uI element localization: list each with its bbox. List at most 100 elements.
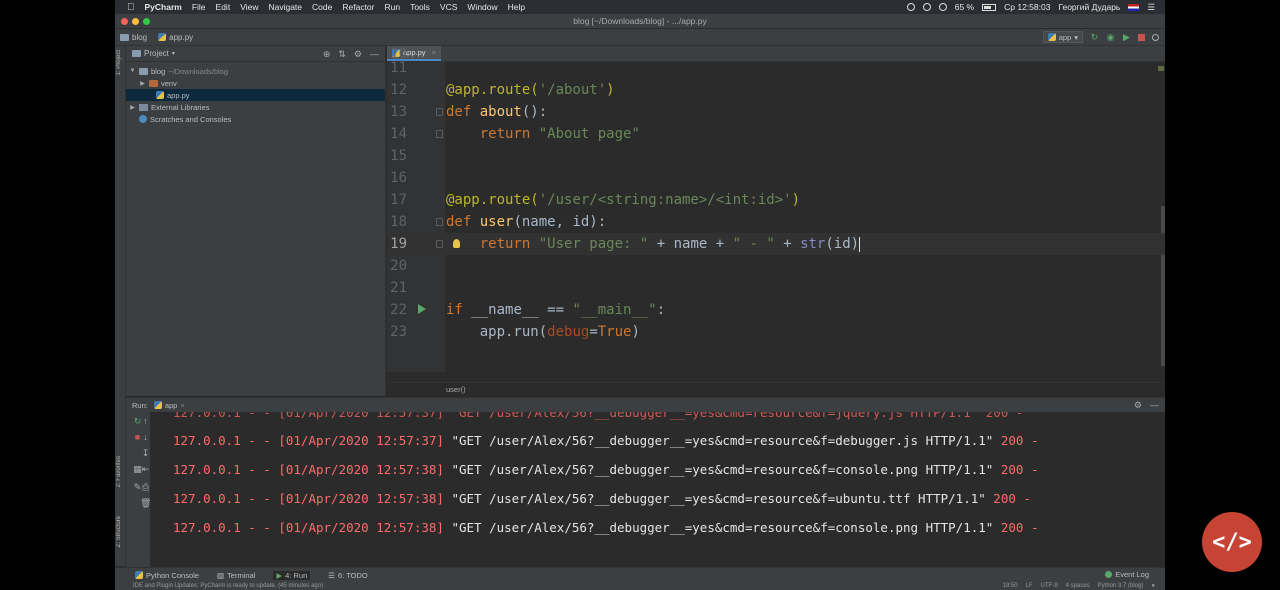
zoom-window-button[interactable] [143,18,150,25]
down-arrow-icon[interactable]: ↓ [140,432,151,443]
list-icon[interactable]: ☰ [1147,2,1155,13]
nav-crumb-file[interactable]: app.py [158,33,193,42]
fold-icon[interactable] [436,218,443,226]
debug-icon[interactable]: ◉ [1106,32,1115,42]
menu-navigate[interactable]: Navigate [268,2,302,12]
minimize-window-button[interactable] [132,18,139,25]
menu-app-name[interactable]: PyCharm [145,2,182,12]
menu-view[interactable]: View [240,2,258,12]
lock-icon[interactable]: ● [1151,583,1155,589]
search-everywhere-icon[interactable] [1152,33,1159,41]
flag-icon[interactable] [1128,3,1140,11]
menu-tools[interactable]: Tools [410,2,430,12]
project-panel-header: Project ▾ ⊕ ⇅ ⚙ — [126,46,385,62]
run-gutter-icon[interactable] [418,304,426,314]
up-arrow-icon[interactable]: ↑ [140,416,151,427]
run-tab-app[interactable]: app × [153,401,185,410]
menu-window[interactable]: Window [467,2,497,12]
gear-icon[interactable]: ⚙ [1134,400,1142,411]
tree-item-root[interactable]: ▼ blog ~/Downloads/blog [126,65,385,77]
tree-item-app-py[interactable]: app.py [126,89,385,101]
tree-root-path: ~/Downloads/blog [168,66,229,76]
favorites-tool-tab[interactable]: 2: Favorites [116,456,125,487]
folder-icon [120,33,129,41]
nav-crumb-project[interactable]: blog [120,33,147,42]
python-interpreter[interactable]: Python 3.7 (blog) [1098,583,1144,589]
record-icon[interactable] [906,3,915,11]
tree-item-scratches[interactable]: Scratches and Consoles [126,113,385,125]
collapse-icon[interactable]: ⇅ [338,49,346,60]
collapsed-arrow-icon[interactable]: ▶ [129,104,136,111]
close-window-button[interactable] [121,18,128,25]
code-text: def about(): [446,101,547,123]
code-area[interactable]: 10 11 12 @app.route('/about') 13 def abo… [387,46,1165,372]
hide-icon[interactable]: — [370,49,379,60]
search-icon[interactable] [922,3,931,11]
menu-file[interactable]: File [192,2,206,12]
gear-icon[interactable]: ⚙ [354,49,362,60]
tree-item-venv[interactable]: ▶ venv [126,77,385,89]
code-text: @app.route('/user/<string:name>/<int:id>… [446,189,800,211]
indent-setting[interactable]: 4 spaces [1066,583,1090,589]
menu-help[interactable]: Help [508,2,525,12]
run-icon: ▶ [276,570,283,580]
print-icon[interactable]: ⎙ [140,482,151,493]
chevron-down-icon[interactable]: ▾ [172,50,175,57]
python-console-tab[interactable]: Python Console [135,571,199,580]
library-icon [139,103,148,111]
collapsed-arrow-icon[interactable]: ▶ [139,80,146,87]
locate-icon[interactable]: ⊕ [323,49,331,60]
window-titlebar: blog [~/Downloads/blog] - .../app.py [115,14,1165,29]
code-token: app.run( [479,324,548,340]
menu-code[interactable]: Code [312,2,332,12]
status-message[interactable]: IDE and Plugin Updates: PyCharm is ready… [133,583,323,589]
scroll-to-end-icon[interactable]: ⇤ [140,464,151,475]
rerun-icon[interactable]: ↻ [1090,32,1099,42]
todo-tab[interactable]: ☰ 6: TODO [328,571,367,580]
close-tab-icon[interactable]: × [180,401,184,410]
menu-refactor[interactable]: Refactor [342,2,374,12]
terminal-tab[interactable]: ▧ Terminal [217,571,255,580]
console-line: 127.0.0.1 - - [01/Apr/2020 12:57:37] "GE… [173,426,1038,455]
project-panel-tools: ⊕ ⇅ ⚙ — [323,49,379,60]
editor-breadcrumb-item[interactable]: user() [446,385,466,394]
expanded-arrow-icon[interactable]: ▼ [129,68,136,74]
project-tool-tab[interactable]: 1: Project [116,50,125,75]
soft-wrap-icon[interactable]: ↧ [140,448,151,459]
run-config-label: app [1058,32,1072,42]
tree-venv-label: venv [161,78,177,88]
fold-icon[interactable] [436,240,443,248]
line-separator[interactable]: LF [1026,583,1033,589]
menubar-user[interactable]: Георгий Дударь [1058,2,1120,12]
trash-icon[interactable]: 🗑 [140,498,151,509]
structure-tool-tab[interactable]: Z: Structure [116,516,125,547]
code-text: def user(name, id): [446,211,606,233]
battery-icon[interactable] [982,3,997,11]
code-line-15: 15 [387,145,1165,167]
run-console[interactable]: 127.0.0.1 - - [01/Apr/2020 12:57:37] "GE… [156,412,1156,568]
menu-edit[interactable]: Edit [216,2,231,12]
hide-icon[interactable]: — [1150,400,1159,411]
log-suffix: 200 - [993,520,1039,535]
run-config-select[interactable]: app ▾ [1042,31,1083,43]
parameter-token: debug [547,324,590,340]
fold-icon[interactable] [436,108,443,116]
project-panel-title[interactable]: Project [144,49,169,58]
menubar-clock[interactable]: Ср 12:58:03 [1004,2,1050,12]
apple-icon[interactable]:  [127,2,135,13]
wifi-icon[interactable] [938,3,947,11]
menu-run[interactable]: Run [384,2,400,12]
caret-position[interactable]: 19:50 [1003,583,1018,589]
run-tab[interactable]: ▶ 4: Run [273,570,311,580]
stop-icon[interactable] [1138,33,1145,41]
code-token: (name, id): [513,214,607,230]
event-log-tab[interactable]: Event Log [1105,570,1149,579]
menu-vcs[interactable]: VCS [440,2,457,12]
nav-crumb-project-label: blog [132,32,148,42]
coverage-icon[interactable]: ▶ [1122,32,1131,42]
fold-icon[interactable] [436,130,443,138]
code-line-12: 12 @app.route('/about') [387,79,1165,101]
code-line-23: 23 app.run(debug=True) [387,321,1165,343]
file-encoding[interactable]: UTF-8 [1041,583,1058,589]
tree-item-external-libraries[interactable]: ▶ External Libraries [126,101,385,113]
